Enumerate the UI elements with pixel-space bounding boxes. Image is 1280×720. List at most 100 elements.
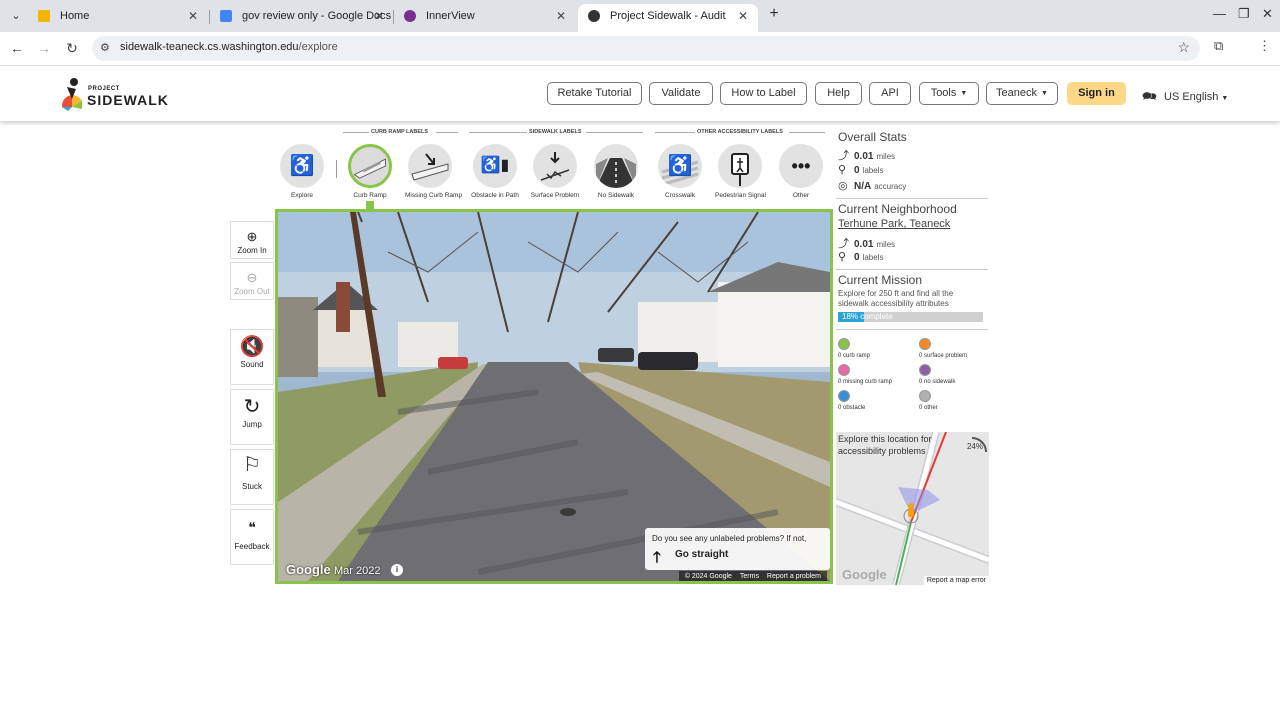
jump-button[interactable]: ↻ Jump [230, 389, 274, 445]
how-to-label-button[interactable]: How to Label [720, 82, 807, 105]
project-sidewalk-logo[interactable]: PROJECT SIDEWALK [58, 77, 178, 111]
api-button[interactable]: API [869, 82, 911, 105]
no-sidewalk-count: 0 no sidewalk [919, 364, 955, 385]
url-path: /explore [298, 41, 338, 53]
surface-problem-icon [540, 152, 570, 181]
other-tool-button[interactable]: ••• Other [776, 144, 826, 199]
go-straight-prompt[interactable]: Do you see any unlabeled problems? If no… [645, 528, 830, 570]
curb-ramp-tool-button[interactable]: Curb Ramp [345, 144, 395, 199]
zoom-in-button[interactable]: ⊕ Zoom In [230, 221, 274, 259]
pedestrian-signal-tool-button[interactable]: Pedestrian Signal [715, 144, 766, 199]
no-sidewalk-dot-icon [919, 364, 931, 376]
home-favicon-icon [38, 10, 50, 22]
go-straight-label: Go straight [675, 549, 729, 560]
close-tab-icon[interactable]: ✕ [188, 4, 198, 28]
overall-accuracy: ◎ N/A accuracy [838, 180, 907, 192]
close-window-icon[interactable]: ✕ [1262, 6, 1273, 22]
street-view-panorama[interactable]: Google Mar 2022 i © 2024 Google Terms Re… [275, 209, 833, 584]
no-sidewalk-tool-button[interactable]: No Sidewalk [591, 144, 641, 199]
feedback-icon: ❝ [248, 519, 256, 535]
docs-favicon-icon [220, 10, 232, 22]
browser-menu-icon[interactable]: ⋮ [1258, 38, 1271, 54]
reload-icon[interactable]: ↻ [62, 38, 82, 58]
browser-tab-innerview[interactable]: InnerView ✕ [394, 4, 576, 32]
distance-icon: ⤴ [838, 150, 849, 162]
attribution-bar: © 2024 Google Terms Report a problem [678, 571, 827, 581]
google-watermark: Google [286, 562, 331, 577]
neighborhood-link[interactable]: Terhune Park, Teaneck [838, 218, 950, 230]
browser-tab-strip: ⌄ Home ✕ gov review only - Google Docs ✕… [0, 0, 1280, 32]
bookmark-star-icon[interactable]: ☆ [1177, 39, 1190, 56]
site-settings-icon[interactable]: ⚙ [100, 41, 110, 54]
site-header: PROJECT SIDEWALK Retake Tutorial Validat… [0, 67, 1280, 121]
curb-ramp-count: 0 curb ramp [838, 338, 870, 359]
current-neighborhood-title: Current Neighborhood [838, 202, 957, 216]
extensions-icon[interactable]: ⧉ [1214, 38, 1223, 54]
progress-text: 18% complete [842, 312, 893, 321]
missing-curb-ramp-icon [411, 153, 449, 181]
street-view-image [278, 212, 830, 581]
signpost-icon: ⚐ [243, 454, 261, 476]
explore-tool-button[interactable]: ♿ Explore [277, 144, 327, 199]
sidewalk-favicon-icon [588, 10, 600, 22]
caret-down-icon: ▼ [1221, 95, 1229, 102]
stuck-button[interactable]: ⚐ Stuck [230, 449, 274, 505]
browser-tab-sidewalk[interactable]: Project Sidewalk - Audit ✕ [578, 4, 758, 32]
innerview-favicon-icon [404, 10, 416, 22]
other-accessibility-group-label: OTHER ACCESSIBILITY LABELS [697, 129, 783, 135]
zoom-out-button[interactable]: ⊖ Zoom Out [230, 262, 274, 300]
caret-down-icon: ▼ [960, 90, 968, 97]
sidewalk-group-label: SIDEWALK LABELS [529, 129, 582, 135]
caret-down-icon: ▼ [1041, 90, 1048, 97]
info-icon[interactable]: i [391, 564, 403, 576]
city-dropdown[interactable]: Teaneck ▼ [986, 82, 1058, 105]
sound-button[interactable]: 🔇 Sound [230, 329, 274, 385]
curb-ramp-icon [353, 158, 386, 179]
sidewalk-logo-icon [61, 78, 82, 111]
close-tab-icon[interactable]: ✕ [374, 4, 384, 28]
validate-button[interactable]: Validate [649, 82, 713, 105]
close-tab-icon[interactable]: ✕ [556, 4, 566, 28]
address-bar[interactable]: ⚙ sidewalk-teaneck.cs.washington.edu/exp… [92, 36, 1200, 61]
wheelchair-icon: ♿ [289, 155, 315, 177]
target-icon: ◎ [838, 180, 848, 192]
labels-icon: ⚲ [838, 251, 847, 263]
feedback-button[interactable]: ❝ Feedback [230, 509, 274, 565]
other-dot-icon [919, 390, 931, 402]
back-icon[interactable]: ← [7, 38, 27, 58]
tab-search-icon[interactable]: ⌄ [6, 6, 26, 26]
browser-tab-home[interactable]: Home ✕ [28, 4, 208, 32]
crosswalk-tool-button[interactable]: ♿ Crosswalk [655, 144, 705, 199]
no-sidewalk-icon [596, 158, 636, 188]
surface-problem-tool-button[interactable]: Surface Problem [530, 144, 580, 199]
obstacle-tool-button[interactable]: ♿▮ Obstacle in Path [470, 144, 520, 199]
close-tab-icon[interactable]: ✕ [738, 4, 748, 28]
map-message: Explore this location for accessibility … [838, 434, 932, 456]
arrow-up-icon: 🡑 [653, 549, 661, 566]
report-map-error-link[interactable]: Report a map error [923, 576, 989, 585]
retake-tutorial-button[interactable]: Retake Tutorial [547, 82, 642, 105]
help-button[interactable]: Help [815, 82, 862, 105]
overall-stats-title: Overall Stats [838, 130, 907, 144]
tools-dropdown[interactable]: Tools ▼ [919, 82, 979, 105]
browser-tab-docs[interactable]: gov review only - Google Docs ✕ [210, 4, 394, 32]
translate-icon: 🗪 [1142, 89, 1157, 103]
minimize-icon[interactable]: — [1213, 6, 1226, 21]
mini-map[interactable]: Explore this location for accessibility … [836, 432, 989, 585]
missing-curb-ramp-tool-button[interactable]: Missing Curb Ramp [405, 144, 462, 199]
labels-icon: ⚲ [838, 164, 847, 176]
neighborhood-labels: ⚲ 0 labels [838, 251, 884, 263]
restore-icon[interactable]: ❐ [1238, 6, 1250, 22]
sign-in-button[interactable]: Sign in [1067, 82, 1126, 105]
distance-icon: ⤴ [838, 238, 849, 250]
overall-labels: ⚲ 0 labels [838, 164, 884, 176]
new-tab-icon[interactable]: + [764, 5, 784, 23]
language-selector[interactable]: 🗪 US English ▼ [1142, 87, 1228, 108]
forward-icon[interactable]: → [34, 38, 54, 58]
zoom-in-icon: ⊕ [246, 229, 258, 244]
report-problem-link[interactable]: Report a problem [767, 573, 821, 580]
zoom-out-icon: ⊖ [246, 270, 258, 285]
neighborhood-miles: ⤴ 0.01 miles [838, 235, 895, 251]
terms-link[interactable]: Terms [740, 573, 759, 580]
current-mission-title: Current Mission [838, 273, 923, 287]
